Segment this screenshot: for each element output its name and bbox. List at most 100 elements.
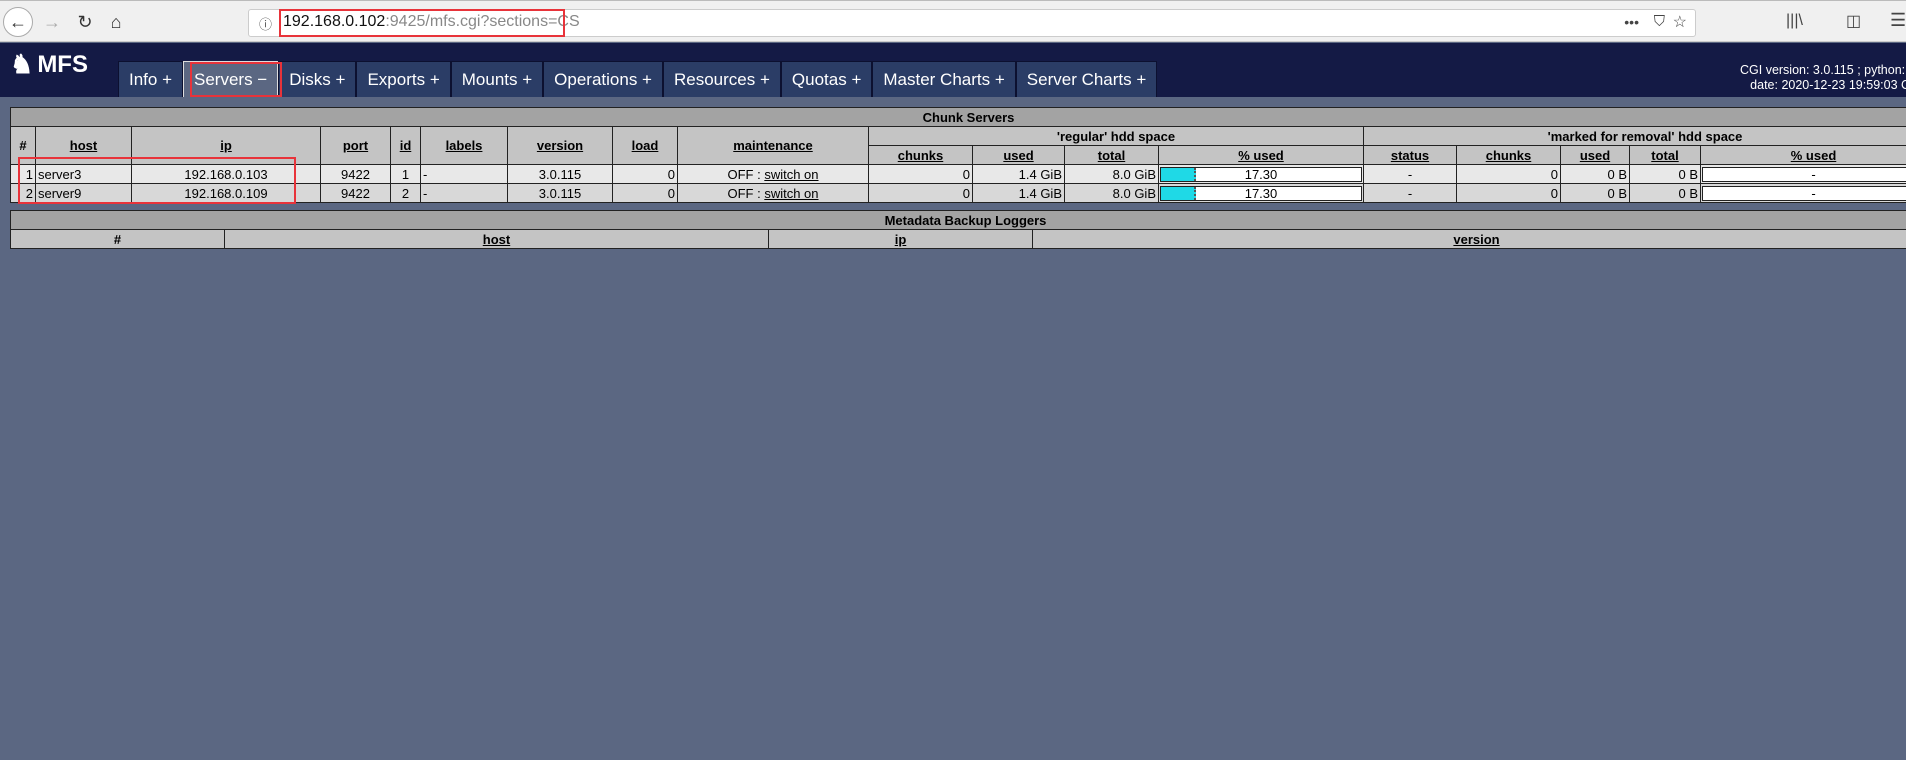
- tab-servers[interactable]: Servers −: [183, 61, 279, 97]
- port-cell: 9422: [320, 183, 391, 203]
- col-number: #: [10, 229, 225, 249]
- home-button[interactable]: ⌂: [101, 7, 131, 37]
- pct-used-cell: 17.30: [1158, 183, 1364, 203]
- col-ip[interactable]: ip: [131, 126, 321, 165]
- table-title: Chunk Servers: [9, 107, 1906, 127]
- col-host[interactable]: host: [224, 229, 769, 249]
- table-title: Metadata Backup Loggers: [9, 210, 1906, 230]
- col-removal-status[interactable]: status: [1363, 145, 1457, 165]
- tab-master-charts[interactable]: Master Charts +: [872, 61, 1016, 97]
- tab-exports[interactable]: Exports +: [356, 61, 451, 97]
- pocket-icon[interactable]: ⛉: [1654, 13, 1665, 30]
- tab-resources[interactable]: Resources +: [662, 61, 781, 97]
- table-row: 2 server9 192.168.0.109 9422 2-3.0.115 0 OFF :…: [10, 183, 1906, 203]
- col-number: #: [10, 126, 36, 165]
- id-cell: 1: [390, 164, 421, 184]
- removal-used-cell: 0 B: [1560, 183, 1630, 203]
- used-cell: 1.4 GiB: [972, 183, 1065, 203]
- col-load[interactable]: load: [612, 126, 678, 165]
- chunks-cell: 0: [868, 183, 973, 203]
- reload-button[interactable]: ↻: [70, 7, 100, 37]
- port-cell: 9422: [320, 164, 391, 184]
- table-row: 1 server3 192.168.0.103 9422 1-3.0.115 0 OFF :…: [10, 164, 1906, 184]
- removal-pct-cell: -: [1699, 164, 1906, 184]
- host-cell: server3: [35, 164, 132, 184]
- removal-chunks-cell: 0: [1456, 183, 1561, 203]
- col-removal-total[interactable]: total: [1629, 145, 1701, 165]
- cgi-info: CGI version: 3.0.115 ; python: 2.7 date:…: [1740, 63, 1906, 92]
- pct-used-cell: 17.30: [1158, 164, 1364, 184]
- removal-total-cell: 0 B: [1629, 164, 1701, 184]
- col-removal-chunks[interactable]: chunks: [1456, 145, 1561, 165]
- menu-icon[interactable]: ☰: [1890, 10, 1906, 31]
- removal-used-cell: 0 B: [1560, 164, 1630, 184]
- switch-on-link[interactable]: switch on: [764, 167, 818, 182]
- tab-server-charts[interactable]: Server Charts +: [1015, 61, 1158, 97]
- url-host: 192.168.0.102: [283, 13, 386, 30]
- row-number: 1: [10, 164, 36, 184]
- browser-toolbar: ← → ↻ ⌂ ⓘ 192.168.0.102:9425/mfs.cgi?sec…: [0, 0, 1906, 42]
- maintenance-cell: OFF : switch on: [677, 164, 869, 184]
- info-icon[interactable]: ⓘ: [259, 14, 272, 33]
- ip-cell: 192.168.0.103: [131, 164, 321, 184]
- col-host[interactable]: host: [35, 126, 132, 165]
- col-id[interactable]: id: [390, 126, 421, 165]
- col-pct-used[interactable]: % used: [1158, 145, 1364, 165]
- tab-info[interactable]: Info +: [118, 61, 184, 97]
- group-removal: 'marked for removal' hdd space: [1362, 126, 1906, 146]
- tab-disks[interactable]: Disks +: [278, 61, 357, 97]
- more-icon[interactable]: •••: [1624, 14, 1639, 30]
- bookmark-star-icon[interactable]: ☆: [1673, 12, 1687, 32]
- moose-icon: ♞: [10, 49, 34, 79]
- removal-pct-cell: -: [1699, 183, 1906, 203]
- version-cell: 3.0.115: [507, 183, 613, 203]
- library-icon[interactable]: |||\: [1786, 12, 1803, 30]
- col-removal-pct-used[interactable]: % used: [1699, 145, 1906, 165]
- total-cell: 8.0 GiB: [1064, 164, 1159, 184]
- removal-chunks-cell: 0: [1456, 164, 1561, 184]
- removal-usage-bar: -: [1702, 185, 1906, 201]
- forward-button[interactable]: →: [37, 7, 67, 37]
- removal-status-cell: -: [1363, 183, 1457, 203]
- col-chunks[interactable]: chunks: [868, 145, 973, 165]
- total-cell: 8.0 GiB: [1064, 183, 1159, 203]
- labels-cell: -: [420, 183, 508, 203]
- col-removal-used[interactable]: used: [1560, 145, 1630, 165]
- group-regular: 'regular' hdd space: [868, 126, 1364, 146]
- col-version[interactable]: version: [1031, 229, 1906, 249]
- mfs-logo: ♞ MFS: [10, 49, 88, 79]
- version-cell: 3.0.115: [507, 164, 613, 184]
- ip-cell: 192.168.0.109: [131, 183, 321, 203]
- col-maintenance[interactable]: maintenance: [677, 126, 869, 165]
- back-button[interactable]: ←: [3, 7, 33, 37]
- usage-bar: 17.30: [1160, 166, 1362, 182]
- row-number: 2: [10, 183, 36, 203]
- removal-total-cell: 0 B: [1629, 183, 1701, 203]
- host-cell: server9: [35, 183, 132, 203]
- url-bar[interactable]: ⓘ 192.168.0.102:9425/mfs.cgi?sections=CS…: [248, 9, 1696, 37]
- metadata-loggers-table: Metadata Backup Loggers # host ip versio…: [9, 210, 1906, 249]
- id-cell: 2: [390, 183, 421, 203]
- chunk-servers-table: Chunk Servers # host ip port id labels v…: [9, 107, 1906, 203]
- labels-cell: -: [420, 164, 508, 184]
- usage-bar: 17.30: [1160, 185, 1362, 201]
- col-total[interactable]: total: [1064, 145, 1159, 165]
- url-path: :9425/mfs.cgi?sections=CS: [385, 13, 580, 30]
- switch-on-link[interactable]: switch on: [764, 186, 818, 201]
- col-labels[interactable]: labels: [420, 126, 508, 165]
- tab-quotas[interactable]: Quotas +: [780, 61, 873, 97]
- col-used[interactable]: used: [972, 145, 1065, 165]
- mfs-header: ♞ MFS Info + Servers − Disks + Exports + …: [0, 43, 1906, 97]
- removal-usage-bar: -: [1702, 166, 1906, 182]
- col-version[interactable]: version: [507, 126, 613, 165]
- removal-status-cell: -: [1363, 164, 1457, 184]
- load-cell: 0: [612, 164, 678, 184]
- col-ip[interactable]: ip: [768, 229, 1033, 249]
- used-cell: 1.4 GiB: [972, 164, 1065, 184]
- maintenance-cell: OFF : switch on: [677, 183, 869, 203]
- load-cell: 0: [612, 183, 678, 203]
- sidebar-icon[interactable]: ◫: [1846, 11, 1861, 31]
- col-port[interactable]: port: [320, 126, 391, 165]
- tab-mounts[interactable]: Mounts +: [450, 61, 544, 97]
- tab-operations[interactable]: Operations +: [543, 61, 663, 97]
